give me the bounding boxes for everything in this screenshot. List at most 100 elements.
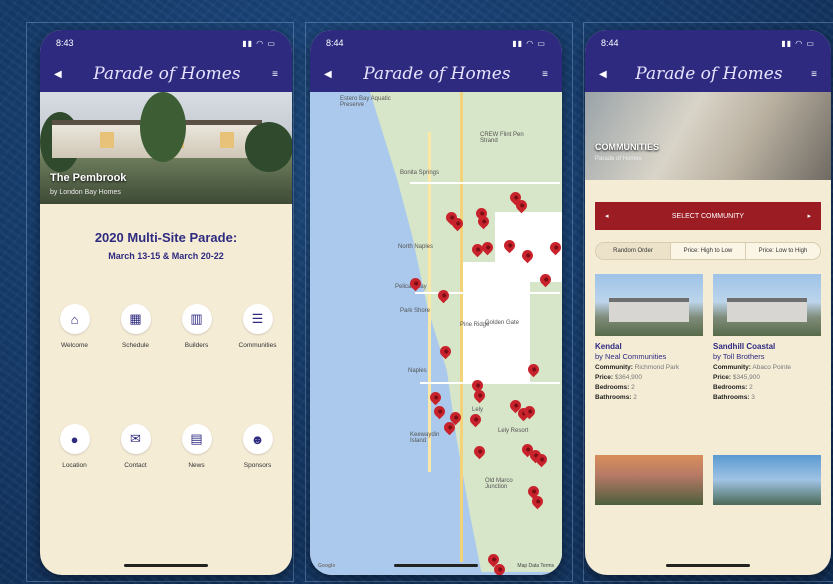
back-icon[interactable]: ◀ [54,69,62,80]
app-logo: Parade of Homes [363,64,511,84]
community-card[interactable]: Sandhill Coastal by Toll Brothers Commun… [713,274,821,401]
menu-icon[interactable]: ≡ [272,69,278,80]
hero-image[interactable]: The Pembrook by London Bay Homes [40,92,292,204]
card-bathrooms-label: Bathrooms: [595,394,632,401]
house-illustration [609,298,689,322]
community-cards: Kendal by Neal Communities Community: Ri… [595,274,821,401]
app-logo: Parade of Homes [635,64,783,84]
map-attribution-logo: Google [318,563,336,569]
menu-icon[interactable]: ≡ [811,69,817,80]
card-price: Price: $345,900 [713,374,821,381]
card-builder: by Neal Communities [595,352,667,361]
map-label: Lely [472,407,484,413]
welcome-button[interactable]: ⌂ Welcome [47,304,103,349]
card-price-label: Price: [595,374,614,381]
more-community-photos [595,455,821,505]
palm-tree-decoration [140,92,186,162]
contact-button[interactable]: ✉ Contact [108,424,164,469]
map-label: Estero Bay Aquatic Preserve [340,96,391,108]
card-community: Community: Richmond Park [595,364,703,371]
signal-icons: ▮▮ ◠ ▭ [512,38,546,48]
icon-label: Schedule [121,342,150,349]
card-community-label: Community: [713,364,751,371]
location-button[interactable]: ● Location [47,424,103,469]
icon-label: Contact [124,462,147,469]
status-bar: 8:44 ▮▮ ◠ ▭ [310,30,562,56]
people-icon: ☻ [242,424,273,454]
card-community-value: Richmond Park [634,364,680,371]
card-community-label: Community: [595,364,633,371]
communities-button[interactable]: ☰ Communities [230,304,286,349]
card-bedrooms-label: Bedrooms: [713,384,748,391]
signal-icons: ▮▮ ◠ ▭ [781,38,815,48]
nav-bar: ◀ Parade of Homes ≡ [310,56,562,92]
home-indicator [666,564,750,567]
phone-map-screen: 8:44 ▮▮ ◠ ▭ ◀ Parade of Homes ≡ Estero B… [310,30,562,575]
nav-bar: ◀ Parade of Homes ≡ [40,56,292,92]
card-name: Kendal [595,342,622,351]
map-label: Golden Gate [485,320,520,326]
status-time: 8:44 [326,38,344,48]
back-icon[interactable]: ◀ [324,69,332,80]
sign-icon: ☰ [242,304,273,334]
home-indicator [394,564,478,567]
app-logo: Parade of Homes [93,64,241,84]
sort-high-low-button[interactable]: Price: High to Low [671,243,746,259]
card-bedrooms-value: 2 [749,384,753,391]
back-icon[interactable]: ◀ [599,69,607,80]
menu-icon[interactable]: ≡ [542,69,548,80]
nav-bar: ◀ Parade of Homes ≡ [585,56,831,92]
builders-button[interactable]: ▥ Builders [169,304,225,349]
status-time: 8:44 [601,38,619,48]
map-terms-link[interactable]: Map Data Terms [517,563,554,569]
hero-subtitle: Parade of Homes [595,156,642,162]
card-bedrooms: Bedrooms: 2 [713,384,821,391]
card-bathrooms-value: 2 [633,394,637,401]
card-price-value: $364,900 [614,374,643,381]
card-price-value: $345,900 [732,374,761,381]
calendar-icon: ▦ [120,304,151,334]
news-button[interactable]: ▤ News [169,424,225,469]
card-bathrooms: Bathrooms: 2 [595,394,703,401]
icon-label: Welcome [61,342,88,349]
icon-label: News [188,462,205,469]
card-bedrooms-value: 2 [631,384,635,391]
chevron-right-icon: ▸ [807,213,811,220]
card-community-value: Abaco Pointe [752,364,792,371]
signal-icons: ▮▮ ◠ ▭ [242,38,276,48]
house-illustration [727,298,807,322]
sponsors-button[interactable]: ☻ Sponsors [230,424,286,469]
card-bathrooms: Bathrooms: 3 [713,394,821,401]
card-bathrooms-label: Bathrooms: [713,394,750,401]
mail-icon: ✉ [120,424,151,454]
card-bedrooms: Bedrooms: 2 [595,384,703,391]
select-community-dropdown[interactable]: ◂ SELECT COMMUNITY ▸ [595,202,821,230]
community-card[interactable]: Kendal by Neal Communities Community: Ri… [595,274,703,401]
chevron-left-icon: ◂ [605,213,609,220]
card-community: Community: Abaco Pointe [713,364,821,371]
card-bathrooms-value: 3 [751,394,755,401]
icon-row-bottom: ● Location ✉ Contact ▤ News ☻ Sponsors [40,424,292,469]
tree-decoration [245,122,292,172]
schedule-button[interactable]: ▦ Schedule [108,304,164,349]
icon-label: Sponsors [243,462,272,469]
select-community-label: SELECT COMMUNITY [671,212,745,220]
map-marker[interactable] [431,403,448,420]
window-decoration [220,132,234,148]
parade-dates: March 13-15 & March 20-22 [108,251,224,261]
status-bar: 8:43 ▮▮ ◠ ▭ [40,30,292,56]
map-view[interactable]: Estero Bay Aquatic Preserve CREW Flint P… [310,92,562,575]
card-builder: by Toll Brothers [713,352,765,361]
sort-low-high-button[interactable]: Price: Low to High [746,243,820,259]
card-photo[interactable] [713,455,821,505]
communities-hero-image: COMMUNITIES Parade of Homes [585,92,831,180]
card-name: Sandhill Coastal [713,342,776,351]
map-label: Pine Ridge [460,322,490,328]
sort-segmented-control: Random Order Price: High to Low Price: L… [595,242,821,260]
map-label: Keewaydin Island [410,432,440,444]
card-photo[interactable] [595,455,703,505]
card-photo [713,274,821,336]
window-decoration [100,132,114,148]
card-photo [595,274,703,336]
sort-random-button[interactable]: Random Order [596,243,671,259]
